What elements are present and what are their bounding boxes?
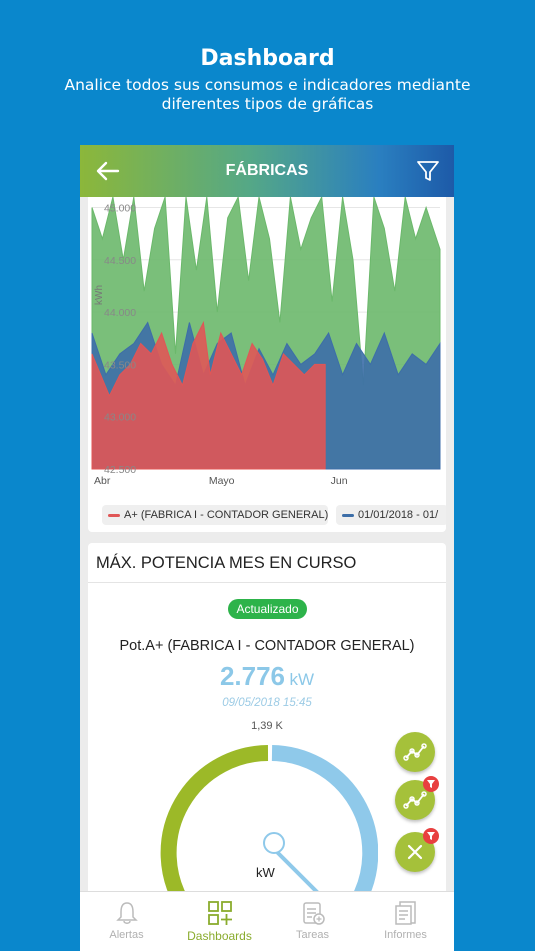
bottom-nav: Alertas Dashboards Tareas Informes <box>80 891 454 951</box>
x-tick-label: Mayo <box>209 475 235 487</box>
power-value: 2.776 kW <box>88 661 446 692</box>
nav-item-dashboards[interactable]: Dashboards <box>173 892 266 951</box>
bell-icon <box>116 902 138 924</box>
max-power-title: MÁX. POTENCIA MES EN CURSO <box>88 543 446 583</box>
close-fab-button[interactable] <box>395 828 439 872</box>
power-timestamp: 09/05/2018 15:45 <box>222 697 312 709</box>
power-label: Pot.A+ (FABRICA I - CONTADOR GENERAL) <box>119 638 415 654</box>
y-tick-label: 44.500 <box>104 255 136 267</box>
gauge-unit: kW <box>256 865 275 880</box>
gauge-hub <box>263 832 285 854</box>
legend-label: A+ (FABRICA I - CONTADOR GENERAL) <box>124 509 328 521</box>
tasks-icon <box>303 902 325 925</box>
nav-item-informes[interactable]: Informes <box>359 892 452 951</box>
y-tick-label: 43.500 <box>104 359 136 371</box>
legend-swatch <box>108 514 120 517</box>
reports-icon <box>395 901 416 925</box>
chart-type-button[interactable] <box>395 732 435 772</box>
x-tick-label: Jun <box>331 475 348 487</box>
power-unit: kW <box>289 670 315 689</box>
filter-badge <box>423 828 439 844</box>
filter-icon <box>427 832 435 840</box>
consumption-chart[interactable]: 42.50043.00043.50044.00044.50045.000kWhA… <box>88 197 446 497</box>
y-axis-label: kWh <box>94 285 105 305</box>
close-icon <box>407 844 423 860</box>
nav-item-alertas[interactable]: Alertas <box>80 892 173 951</box>
promo-title: Dashboard <box>200 46 335 71</box>
x-tick-label: Abr <box>94 475 111 487</box>
nav-label: Informes <box>384 929 427 941</box>
chart-filter-button[interactable] <box>395 776 439 820</box>
y-tick-label: 43.000 <box>104 412 136 424</box>
promo-subtitle-line1: Analice todos sus consumos e indicadores… <box>64 76 471 94</box>
power-number: 2.776 <box>219 661 286 691</box>
promo-subtitle: Analice todos sus consumos e indicadores… <box>40 76 495 114</box>
nav-label: Alertas <box>109 929 144 941</box>
nav-label: Tareas <box>295 929 330 941</box>
status-badge: Actualizado <box>228 599 307 619</box>
y-tick-label: 45.000 <box>104 202 136 214</box>
legend-label: 01/01/2018 - 01/ <box>358 509 439 521</box>
phone-screen: FÁBRICAS 42.500 43.000 43.500 44.000 44.500 4… <box>80 145 454 951</box>
legend-swatch <box>342 514 354 517</box>
filter-icon[interactable] <box>416 159 440 183</box>
y-tick-label: 44.000 <box>104 307 136 319</box>
app-bar: FÁBRICAS <box>80 145 454 197</box>
gauge-arc-right <box>271 745 378 903</box>
legend-item-date-range[interactable]: 01/01/2018 - 01/ <box>336 505 446 525</box>
legend-item-a-plus[interactable]: A+ (FABRICA I - CONTADOR GENERAL) <box>102 505 328 525</box>
nav-label: Dashboards <box>187 929 252 943</box>
page-title: FÁBRICAS <box>225 162 309 179</box>
consumption-chart-card: 42.500 43.000 43.500 44.000 44.500 45.000 kWh A… <box>88 197 446 532</box>
line-chart-icon <box>403 743 427 761</box>
promo-subtitle-line2: diferentes tipos de gráficas <box>161 95 374 113</box>
line-chart-filter-icon <box>403 791 427 809</box>
dashboard-grid-icon <box>208 901 232 925</box>
filter-badge <box>423 776 439 792</box>
gauge-max-label: 1,39 K <box>251 720 283 732</box>
chart-legend: A+ (FABRICA I - CONTADOR GENERAL) 01/01/… <box>88 503 446 527</box>
gauge-arc-left <box>160 745 269 903</box>
nav-item-tareas[interactable]: Tareas <box>266 892 359 951</box>
filter-icon <box>427 780 435 788</box>
max-power-card: MÁX. POTENCIA MES EN CURSO Actualizado P… <box>88 543 446 903</box>
